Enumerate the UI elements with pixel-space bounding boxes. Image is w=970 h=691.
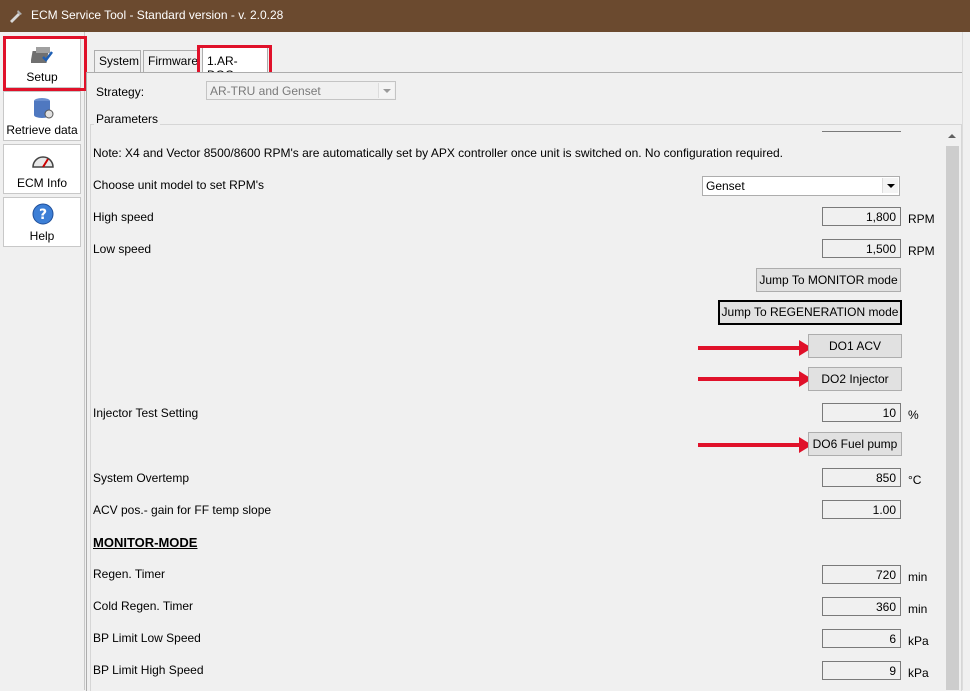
system-overtemp-label: System Overtemp xyxy=(93,471,190,485)
database-icon xyxy=(34,98,54,119)
sidebar-item-label: Retrieve data xyxy=(6,123,78,137)
high-speed-label: High speed xyxy=(93,210,154,224)
high-speed-unit: RPM xyxy=(908,212,935,226)
bp-high-unit: kPa xyxy=(908,666,929,680)
acv-gain-label: ACV pos.- gain for FF temp slope xyxy=(93,503,272,517)
annotation-arrow xyxy=(698,371,812,387)
sidebar-item-ecm-info[interactable]: ECM Info xyxy=(3,144,81,194)
wrench-icon xyxy=(10,10,22,23)
bp-low-label: BP Limit Low Speed xyxy=(93,631,201,645)
sidebar-item-label: ECM Info xyxy=(16,176,67,190)
annotation-arrow xyxy=(698,340,812,356)
cold-regen-timer-field[interactable]: 360 xyxy=(822,597,901,616)
system-overtemp-unit: °C xyxy=(908,473,922,487)
tab-label: System xyxy=(99,54,140,68)
regen-timer-unit: min xyxy=(908,570,928,584)
low-speed-unit: RPM xyxy=(908,244,935,258)
jump-regeneration-button[interactable]: Jump To REGENERATION mode xyxy=(718,300,902,325)
acv-gain-field[interactable]: 1.00 xyxy=(822,500,901,519)
do2-injector-button[interactable]: DO2 Injector xyxy=(808,367,902,391)
sidebar-item-retrieve-data[interactable]: Retrieve data xyxy=(3,91,81,141)
regen-timer-field[interactable]: 720 xyxy=(822,565,901,584)
tab-label: Firmware xyxy=(148,54,198,68)
injector-test-label: Injector Test Setting xyxy=(93,406,199,420)
strategy-value: AR-TRU and Genset xyxy=(210,84,321,98)
svg-text:?: ? xyxy=(39,207,47,223)
scrollbar-thumb[interactable] xyxy=(946,146,959,690)
do1-acv-button[interactable]: DO1 ACV xyxy=(808,334,902,358)
high-speed-field[interactable]: 1,800 xyxy=(822,207,901,226)
bp-high-label: BP Limit High Speed xyxy=(93,663,204,677)
highlight-box-tab xyxy=(197,45,272,75)
do6-fuel-pump-button[interactable]: DO6 Fuel pump xyxy=(808,432,902,456)
jump-monitor-button[interactable]: Jump To MONITOR mode xyxy=(756,268,901,292)
chevron-down-icon xyxy=(882,178,898,193)
low-speed-label: Low speed xyxy=(93,242,152,256)
unit-model-label: Choose unit model to set RPM's xyxy=(93,178,265,192)
parameters-scrollbar[interactable] xyxy=(944,128,961,690)
regen-timer-label: Regen. Timer xyxy=(93,567,166,581)
scroll-up-icon[interactable] xyxy=(944,128,961,145)
strategy-select[interactable]: AR-TRU and Genset xyxy=(206,81,396,100)
injector-test-unit: % xyxy=(908,408,919,422)
bp-low-unit: kPa xyxy=(908,634,929,648)
window-title: ECM Service Tool - Standard version - v.… xyxy=(31,8,284,22)
strategy-label: Strategy: xyxy=(96,85,145,99)
injector-test-field[interactable]: 10 xyxy=(822,403,901,422)
chevron-down-icon xyxy=(378,83,394,98)
parameters-group-label: Parameters xyxy=(94,112,161,126)
note-text: Note: X4 and Vector 8500/8600 RPM's are … xyxy=(93,146,784,160)
scrolled-field-edge xyxy=(822,128,901,132)
monitor-mode-heading: MONITOR-MODE xyxy=(93,535,198,550)
sidebar: Setup Retrieve data ECM Info ? Help xyxy=(0,32,85,690)
highlight-box-setup xyxy=(3,36,87,91)
cold-regen-timer-unit: min xyxy=(908,602,928,616)
gauge-icon xyxy=(32,156,54,168)
unit-model-select[interactable]: Genset xyxy=(702,176,900,196)
tab-firmware[interactable]: Firmware xyxy=(143,50,199,72)
sidebar-item-help[interactable]: ? Help xyxy=(3,197,81,247)
system-overtemp-field[interactable]: 850 xyxy=(822,468,901,487)
bp-high-field[interactable]: 9 xyxy=(822,661,901,680)
sidebar-item-label: Help xyxy=(29,229,55,243)
low-speed-field[interactable]: 1,500 xyxy=(822,239,901,258)
help-icon: ? xyxy=(32,203,54,225)
tab-system[interactable]: System xyxy=(94,50,141,72)
window-scrollbar[interactable] xyxy=(962,32,970,690)
title-bar: ECM Service Tool - Standard version - v.… xyxy=(0,0,970,32)
annotation-arrow xyxy=(698,437,812,453)
unit-model-value: Genset xyxy=(706,179,745,193)
bp-low-field[interactable]: 6 xyxy=(822,629,901,648)
cold-regen-timer-label: Cold Regen. Timer xyxy=(93,599,194,613)
